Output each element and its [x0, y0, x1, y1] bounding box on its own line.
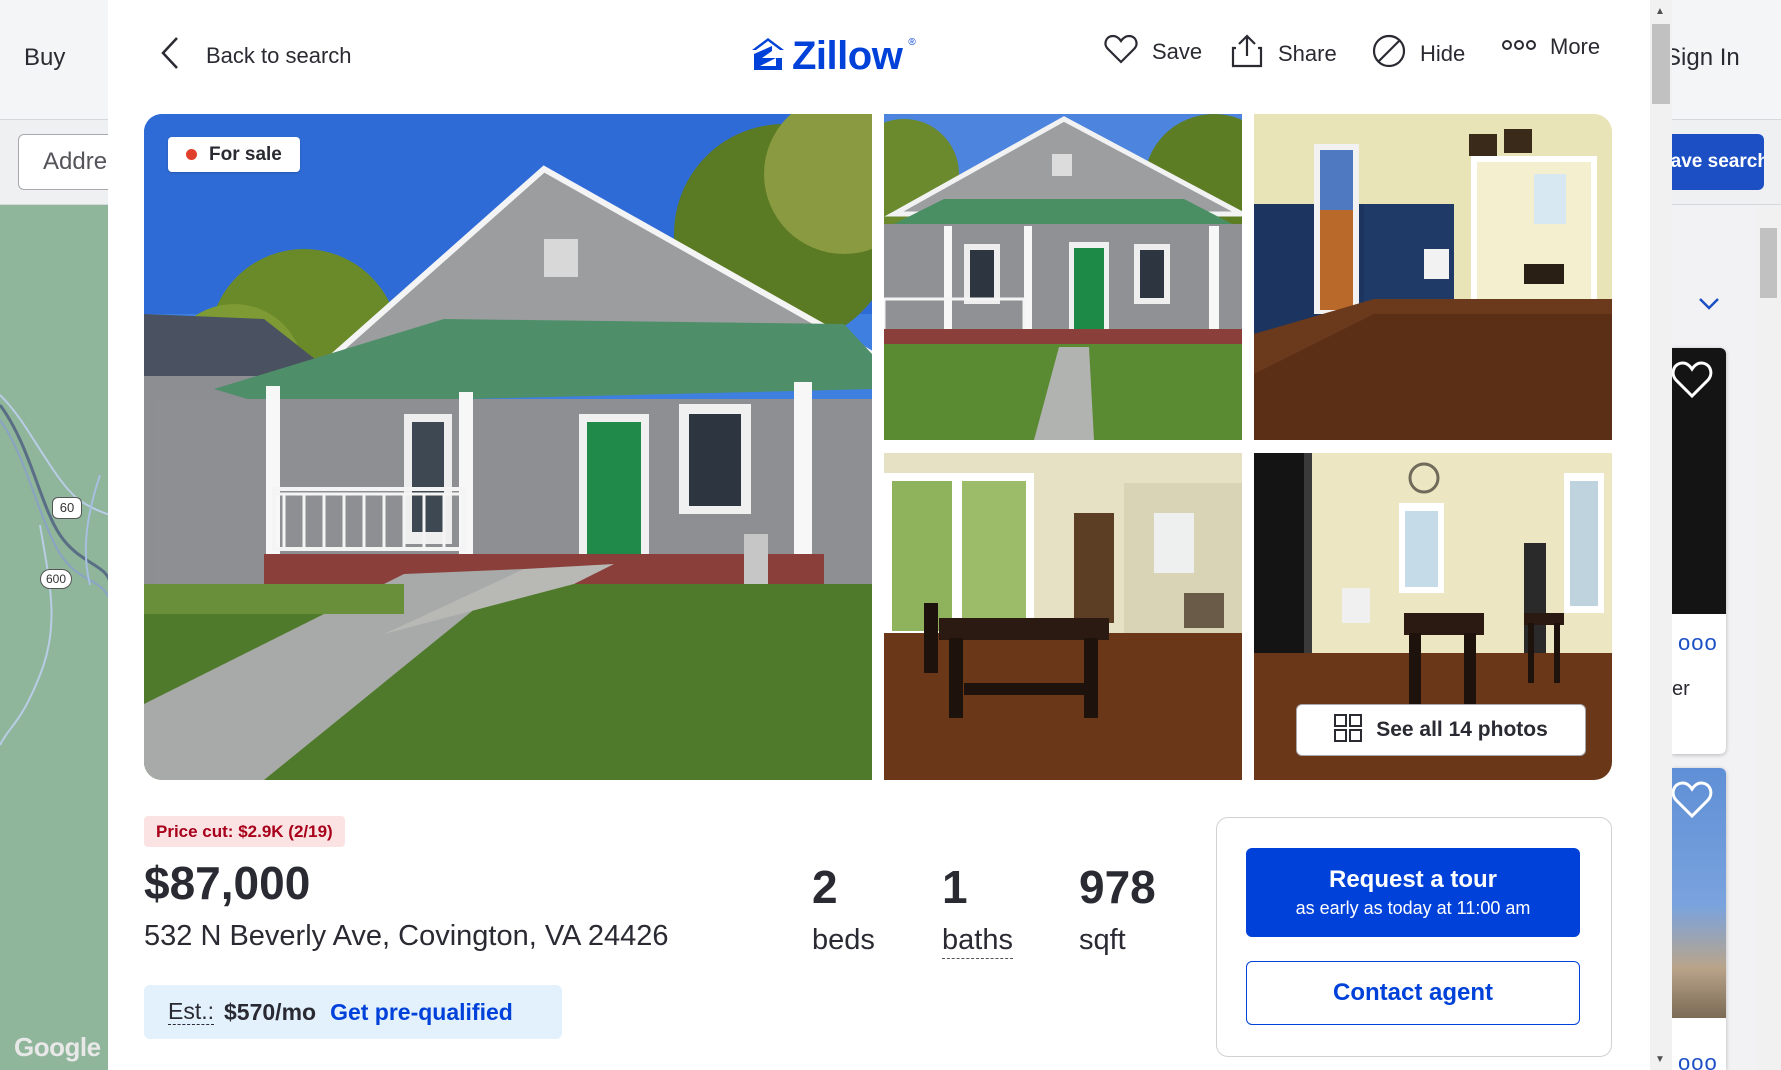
see-all-photos-label: See all 14 photos [1376, 718, 1548, 741]
get-pre-qualified-link[interactable]: Get pre-qualified [330, 999, 513, 1026]
listing-price: $87,000 [144, 857, 311, 909]
request-tour-subtitle: as early as today at 11:00 am [1295, 898, 1531, 918]
grid-icon [1334, 713, 1363, 747]
beds-stat: 2 beds [812, 864, 875, 957]
more-label: More [1550, 34, 1601, 59]
background-card-text: er [1672, 678, 1690, 700]
chevron-down-icon [1698, 290, 1720, 318]
more-dots-icon[interactable]: ooo [1678, 630, 1718, 656]
more-dots-icon [1502, 38, 1536, 56]
back-to-search-button[interactable]: Back to search [160, 36, 352, 75]
more-button[interactable]: More [1502, 34, 1600, 60]
heart-icon [1104, 34, 1138, 69]
listing-address: 532 N Beverly Ave, Covington, VA 24426 [144, 920, 669, 952]
sqft-label: sqft [1079, 924, 1126, 956]
back-to-search-label: Back to search [206, 42, 352, 68]
beds-label: beds [812, 924, 875, 956]
registered-mark: ® [908, 37, 916, 48]
beds-value: 2 [812, 861, 838, 913]
background-scrollbar[interactable] [1756, 205, 1781, 1070]
gallery-photo[interactable] [1254, 114, 1612, 440]
main-photo[interactable] [144, 114, 872, 780]
hide-button[interactable]: Hide [1372, 34, 1465, 73]
baths-value: 1 [942, 861, 968, 913]
zillow-logo[interactable]: Zillow ® [750, 34, 916, 79]
share-button[interactable]: Share [1230, 34, 1337, 73]
status-badge-label: For sale [209, 143, 282, 165]
save-button[interactable]: Save [1104, 34, 1202, 69]
scroll-down-arrow-icon[interactable]: ▼ [1655, 1054, 1665, 1065]
estimate-label[interactable]: Est.: [168, 998, 215, 1026]
baths-stat[interactable]: 1 baths [942, 864, 1013, 959]
share-icon [1230, 34, 1264, 73]
contact-agent-button[interactable]: Contact agent [1246, 961, 1580, 1025]
heart-icon[interactable] [1670, 358, 1714, 402]
listing-modal: Back to search Zillow ® Save Share Hide … [108, 0, 1672, 1070]
hide-icon [1372, 34, 1406, 73]
zillow-z-icon [750, 36, 786, 77]
route-60-shield: 60 [52, 497, 82, 519]
gallery-photo[interactable] [884, 453, 1242, 780]
background-sign-in[interactable]: Sign In [1665, 44, 1740, 72]
baths-label[interactable]: baths [942, 924, 1013, 959]
status-dot-icon [186, 149, 197, 160]
gallery-photo[interactable] [884, 114, 1242, 440]
route-600-shield: 600 [40, 569, 72, 589]
share-label: Share [1278, 40, 1337, 66]
request-tour-label: Request a tour [1328, 866, 1498, 893]
heart-icon[interactable] [1670, 778, 1714, 822]
payment-estimate: Est.: $570/mo Get pre-qualified [144, 985, 562, 1039]
price-cut-badge: Price cut: $2.9K (2/19) [144, 816, 345, 847]
estimate-value: $570/mo [224, 998, 317, 1025]
scroll-up-arrow-icon[interactable]: ▲ [1655, 6, 1665, 17]
save-label: Save [1152, 38, 1203, 64]
more-dots-icon[interactable]: ooo [1678, 1050, 1718, 1070]
modal-scrollbar-thumb[interactable] [1652, 24, 1670, 104]
modal-scrollbar[interactable] [1650, 0, 1672, 1070]
background-map[interactable]: 60 600 [0, 205, 110, 1070]
request-tour-button[interactable]: Request a tour as early as today at 11:0… [1246, 848, 1580, 937]
sqft-stat: 978 sqft [1079, 864, 1156, 957]
background-scrollbar-thumb[interactable] [1760, 228, 1777, 298]
status-badge: For sale [168, 137, 300, 172]
background-nav-buy[interactable]: Buy [24, 44, 65, 72]
chevron-left-icon [160, 36, 180, 75]
zillow-wordmark: Zillow [792, 34, 903, 78]
hide-label: Hide [1420, 40, 1466, 66]
sqft-value: 978 [1079, 861, 1156, 913]
google-logo: Google [14, 1032, 101, 1062]
modal-top-nav: Back to search Zillow ® Save Share Hide … [108, 0, 1650, 110]
see-all-photos-button[interactable]: See all 14 photos [1296, 704, 1586, 756]
